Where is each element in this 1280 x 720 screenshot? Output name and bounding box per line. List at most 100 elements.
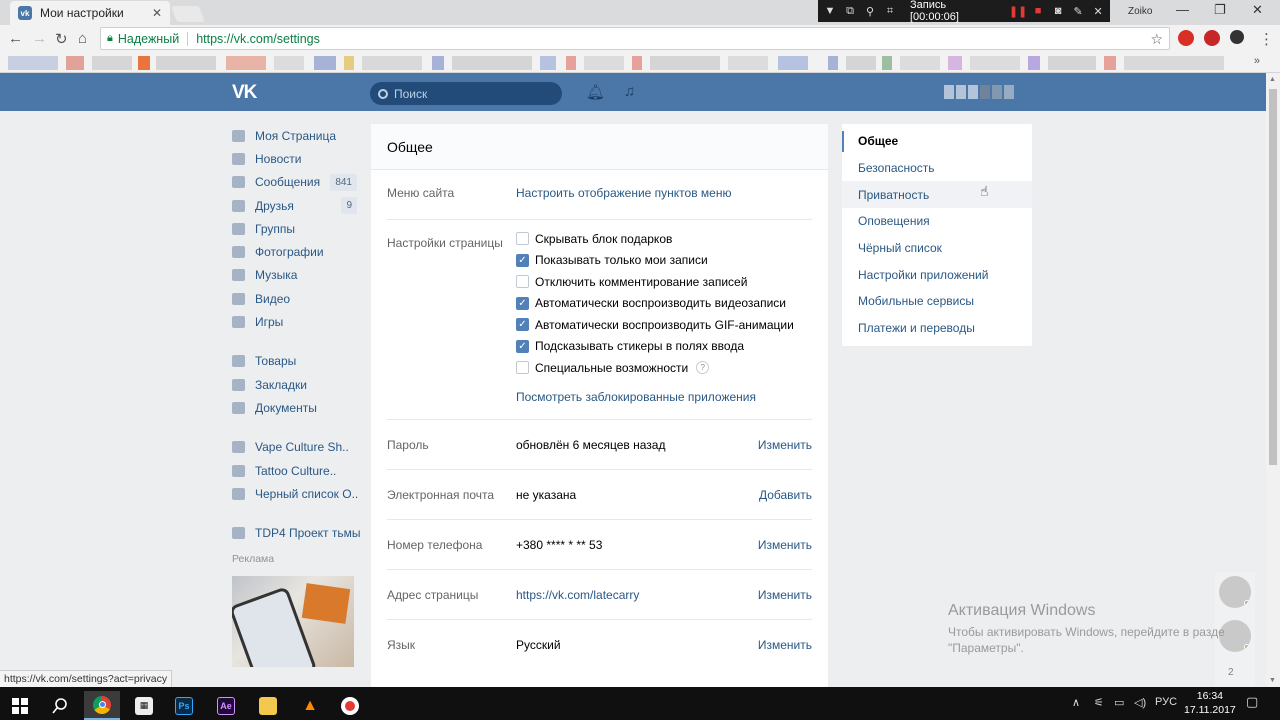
bookmarks-more-icon[interactable]: » (1254, 55, 1260, 67)
back-icon[interactable]: ← (8, 30, 23, 47)
checkbox-checked[interactable]: ✓ (516, 339, 529, 353)
checkbox[interactable] (516, 275, 529, 289)
photoshop-icon[interactable]: Ps (166, 691, 202, 720)
checkbox-checked[interactable]: ✓ (516, 296, 529, 310)
address-bar[interactable]: 🔒︎ Надежный https://vk.com/settings ☆ (100, 27, 1170, 50)
row-value[interactable]: https://vk.com/latecarry (516, 588, 639, 602)
nav-item[interactable]: Сообщения 841 (232, 171, 362, 194)
nav-item[interactable]: Друзья 9 (232, 194, 362, 217)
settings-menu-item[interactable]: Настройки приложений (842, 261, 1032, 288)
nav-item[interactable]: Новости (232, 147, 362, 170)
dropdown-icon[interactable]: ▼ (824, 5, 836, 17)
row-action-link[interactable]: Изменить (758, 588, 812, 602)
checkbox-row[interactable]: Специальные возможности? (516, 357, 816, 379)
row-action-link[interactable]: Изменить (758, 538, 812, 552)
configure-menu-link[interactable]: Настроить отображение пунктов меню (516, 186, 731, 200)
settings-menu-item[interactable]: Платежи и переводы (842, 315, 1032, 342)
checkbox[interactable] (516, 361, 529, 375)
network-icon[interactable]: ⚟ (1094, 696, 1104, 709)
opera-extension-icon[interactable] (1178, 30, 1194, 46)
pencil-icon[interactable]: ✎ (1072, 5, 1084, 18)
settings-menu-item[interactable]: Общее (842, 128, 1032, 155)
nav-item[interactable]: Черный список О.. (232, 482, 362, 505)
music-icon[interactable]: ♫ (624, 83, 635, 100)
nav-item[interactable]: TDP4 Проект тьмы (232, 521, 362, 544)
forward-icon[interactable]: → (32, 30, 47, 47)
chrome-icon[interactable] (84, 691, 120, 720)
checkbox-checked[interactable]: ✓ (516, 318, 529, 332)
recorder-icon[interactable] (332, 691, 368, 720)
user-menu[interactable] (944, 85, 1014, 99)
minimize-icon[interactable]: — (1176, 2, 1189, 17)
blocked-apps-link[interactable]: Посмотреть заблокированные приложения (516, 390, 756, 404)
nav-item[interactable]: Vape Culture Sh.. (232, 436, 362, 459)
new-tab-button[interactable] (171, 6, 205, 22)
after-effects-icon[interactable]: Ae (208, 691, 244, 720)
row-action-link[interactable]: Добавить (759, 488, 812, 502)
tab-close-icon[interactable]: ✕ (152, 6, 162, 20)
nav-item[interactable]: Товары (232, 350, 362, 373)
reload-icon[interactable]: ↻ (55, 30, 68, 48)
settings-menu-item[interactable]: Оповещения (842, 208, 1032, 235)
restore-icon[interactable]: ❐ (1214, 2, 1226, 18)
file-explorer-icon[interactable] (250, 691, 286, 720)
window-icon[interactable]: ⧉ (844, 5, 856, 17)
notifications-icon[interactable]: ▢ (1246, 694, 1258, 710)
friends-online-count[interactable]: 2 (1228, 667, 1234, 678)
bookmark-star-icon[interactable]: ☆ (1150, 31, 1163, 48)
pause-icon[interactable]: ❚❚ (1009, 5, 1027, 18)
row-action-link[interactable]: Изменить (758, 438, 812, 452)
settings-menu-item[interactable]: Безопасность (842, 155, 1032, 182)
battery-icon[interactable]: ▭ (1114, 696, 1124, 709)
volume-icon[interactable]: ◁) (1134, 696, 1146, 709)
zoom-icon[interactable]: ⚲ (864, 5, 876, 18)
ad-image[interactable] (232, 576, 354, 667)
crop-icon[interactable]: ⌗ (884, 5, 896, 17)
stop-icon[interactable]: ■ (1032, 5, 1044, 17)
help-icon[interactable]: ? (696, 361, 710, 375)
settings-menu-item[interactable]: Приватность (842, 181, 1032, 209)
nav-item[interactable]: Tattoo Culture.. (232, 459, 362, 482)
chevron-up-icon[interactable]: ∧ (1072, 696, 1080, 709)
windows-start-icon[interactable] (2, 691, 38, 720)
url-text[interactable]: https://vk.com/settings (196, 32, 320, 46)
checkbox-row[interactable]: Скрывать блок подарков (516, 228, 816, 250)
clock[interactable]: 16:34 17.11.2017 (1184, 689, 1236, 717)
camera-icon[interactable]: ◙ (1052, 5, 1064, 17)
window-close-icon[interactable]: ✕ (1252, 2, 1263, 18)
menu-icon[interactable]: ⋮ (1259, 30, 1274, 48)
nav-item[interactable]: Моя Страница (232, 124, 362, 147)
settings-menu-item[interactable]: Чёрный список (842, 235, 1032, 262)
nav-item[interactable]: Фотографии (232, 240, 362, 263)
search-icon[interactable] (42, 691, 78, 720)
search-input[interactable]: Поиск (370, 82, 562, 105)
profile-name[interactable]: Zoiko (1128, 6, 1152, 17)
row-action-link[interactable]: Изменить (758, 638, 812, 652)
bell-icon[interactable]: 🔔︎ (586, 83, 605, 101)
checkbox-row[interactable]: ✓ Автоматически воспроизводить GIF-анимац… (516, 314, 816, 336)
checkbox-row[interactable]: ✓ Подсказывать стикеры в полях ввода (516, 336, 816, 358)
film-editor-icon[interactable]: ▦ (126, 691, 162, 720)
checkbox-row[interactable]: ✓ Показывать только мои записи (516, 250, 816, 272)
nav-item[interactable]: Музыка (232, 264, 362, 287)
nav-item[interactable]: Группы (232, 217, 362, 240)
page-scrollbar[interactable]: ▲ ▼ (1266, 73, 1280, 687)
checkbox-checked[interactable]: ✓ (516, 253, 529, 267)
nav-item[interactable]: Документы (232, 396, 362, 419)
nav-item[interactable]: Игры (232, 310, 362, 333)
adblock-extension-icon[interactable] (1204, 30, 1220, 46)
close-icon[interactable]: ✕ (1092, 5, 1104, 18)
checkbox-row[interactable]: Отключить комментирование записей (516, 271, 816, 293)
browser-tab[interactable]: vk Мои настройки ✕ (10, 1, 170, 25)
settings-menu-item[interactable]: Мобильные сервисы (842, 288, 1032, 315)
vlc-icon[interactable]: ▲ (292, 691, 328, 720)
scrollbar-thumb[interactable] (1269, 89, 1277, 465)
nav-item[interactable]: Закладки (232, 373, 362, 396)
home-icon[interactable]: ⌂ (78, 30, 87, 47)
language-indicator[interactable]: РУС (1155, 696, 1177, 708)
nav-item[interactable]: Видео (232, 287, 362, 310)
vk-logo[interactable]: VK (232, 82, 257, 104)
checkbox[interactable] (516, 232, 529, 246)
checkbox-row[interactable]: ✓ Автоматически воспроизводить видеозапис… (516, 293, 816, 315)
extension-icon[interactable] (1230, 30, 1244, 44)
